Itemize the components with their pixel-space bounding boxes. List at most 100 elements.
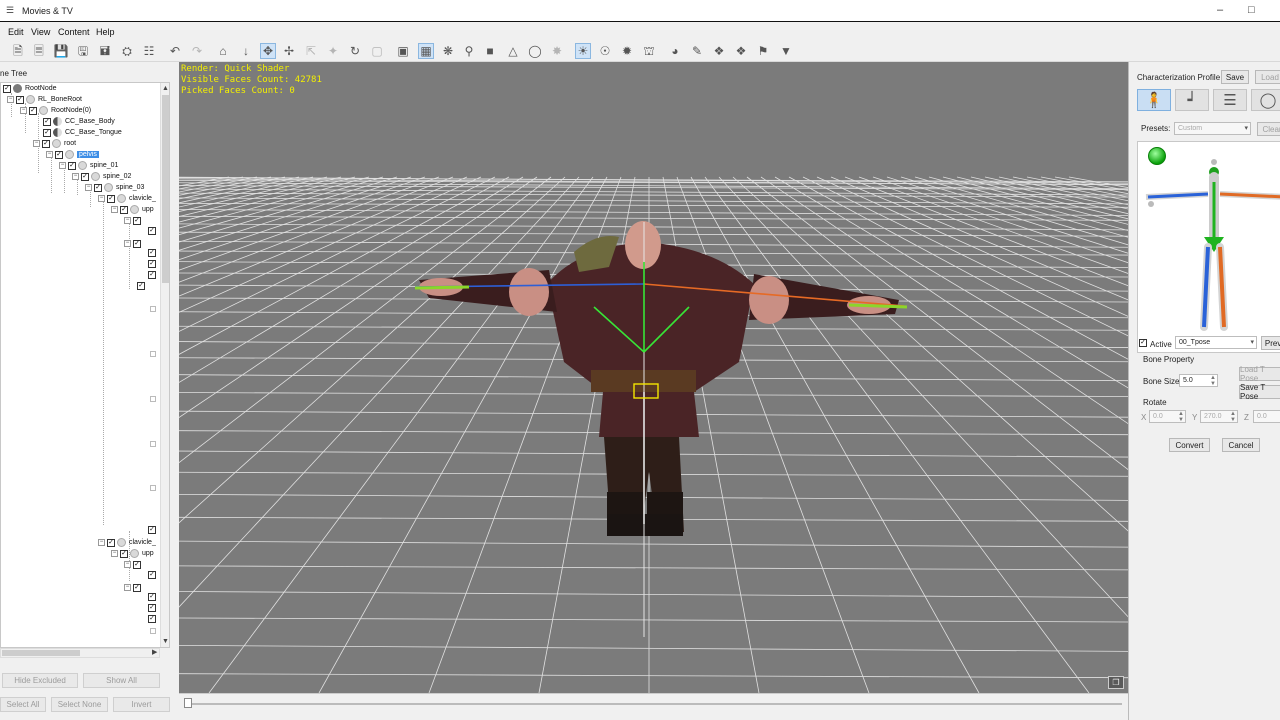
tree-node-clavicle-r[interactable]: − ✓ clavicle_ [98, 537, 156, 548]
save-tpose-button[interactable]: Save T Pose [1239, 383, 1280, 401]
collapse-toggle[interactable]: − [59, 162, 66, 169]
collapse-toggle[interactable]: − [85, 184, 92, 191]
scroll-right-icon[interactable]: ▶ [152, 648, 157, 656]
undo-icon[interactable]: ↶ [167, 43, 183, 59]
rotate-z-field[interactable]: 0.0 [1253, 410, 1280, 423]
tag-icon[interactable]: ⚑ [755, 43, 771, 59]
menu-content[interactable]: Content [58, 27, 90, 37]
tree-node-clavicle-l[interactable]: − ✓ clavicle_ [98, 193, 156, 204]
head-icon[interactable]: ◯ [1251, 89, 1280, 111]
collapse-toggle[interactable]: − [124, 240, 131, 247]
menu-help[interactable]: Help [96, 27, 115, 37]
tree-node-rootnode[interactable]: ✓ RootNode [3, 83, 57, 94]
node-checkbox[interactable]: ✓ [3, 84, 11, 93]
node-checkbox[interactable]: ✓ [148, 615, 156, 623]
collapse-toggle[interactable]: − [124, 217, 131, 224]
scroll-down-icon[interactable]: ▼ [162, 638, 169, 645]
node-checkbox[interactable]: ✓ [16, 95, 24, 104]
collapse-toggle[interactable]: − [33, 140, 40, 147]
tree-vertical-scrollbar[interactable]: ▲ ▼ [160, 83, 169, 647]
group-icon[interactable]: ❖ [733, 43, 749, 59]
node-checkbox[interactable]: ✓ [148, 526, 156, 534]
human-body-icon[interactable]: 🧍 [1137, 89, 1171, 111]
tree-horizontal-scrollbar[interactable]: ▶ [0, 648, 160, 658]
node-checkbox[interactable]: ✓ [133, 560, 141, 569]
brush-icon[interactable]: ✎ [689, 43, 705, 59]
open-icon[interactable]: 🗏 [31, 43, 47, 59]
node-checkbox[interactable]: ✓ [148, 571, 156, 579]
bone-tab-icon[interactable]: ┙ [1175, 89, 1209, 111]
node-checkbox[interactable]: ✓ [148, 249, 156, 257]
collapsed-toggle[interactable] [150, 306, 156, 312]
bone-size-stepper[interactable]: 5.0 ▲ ▼ [1179, 374, 1218, 387]
collapse-toggle[interactable]: − [7, 96, 14, 103]
sun-icon[interactable]: ☉ [597, 43, 613, 59]
node-checkbox[interactable]: ✓ [148, 260, 156, 268]
tree-node-cc-base-body[interactable]: ✓ CC_Base_Body [43, 116, 115, 127]
collapse-toggle[interactable]: − [124, 561, 131, 568]
tree-node-rootnode0[interactable]: − ✓ RootNode(0) [20, 105, 91, 116]
list-icon[interactable]: ☰ [1213, 89, 1247, 111]
tree-node-rl-boneroot[interactable]: − ✓ RL_BoneRoot [7, 94, 82, 105]
arrow-down-icon[interactable]: ↓ [238, 43, 254, 59]
tree-node-upperarm-r[interactable]: − ✓ upp [111, 548, 154, 559]
show-all-button[interactable]: Show All [83, 673, 160, 688]
node-checkbox[interactable]: ✓ [29, 106, 37, 115]
pin-icon[interactable]: ⚲ [461, 43, 477, 59]
globe-icon[interactable]: ◯ [527, 43, 543, 59]
select-icon[interactable]: ▢ [369, 43, 385, 59]
collapsed-toggle[interactable] [150, 396, 156, 402]
minimize-button[interactable]: – [1217, 4, 1223, 16]
scroll-thumb[interactable] [162, 95, 169, 283]
pose-dropdown[interactable]: 00_Tpose ▾ [1175, 336, 1257, 349]
bone-tree[interactable]: ✓ RootNode − ✓ RL_BoneRoot − ✓ RootNode(… [0, 82, 170, 648]
node-checkbox[interactable]: ✓ [43, 117, 51, 126]
light-icon[interactable]: ☀ [575, 43, 591, 59]
tree-node-child[interactable]: − ✓ [124, 582, 143, 593]
timeline-bar[interactable] [179, 693, 1128, 720]
stepper-arrows-icon[interactable]: ▲ ▼ [1178, 411, 1184, 423]
node-checkbox[interactable]: ✓ [133, 239, 141, 248]
node-checkbox[interactable]: ✓ [81, 172, 89, 181]
timeline-slider-handle[interactable] [184, 698, 192, 708]
stepper-arrows-icon[interactable]: ▲ ▼ [1210, 375, 1216, 387]
collapsed-toggle[interactable] [150, 351, 156, 357]
node-checkbox[interactable]: ✓ [137, 282, 145, 290]
merge-icon[interactable]: ☷ [141, 43, 157, 59]
reset-icon[interactable]: ↻ [347, 43, 363, 59]
save-as-icon[interactable]: 🖫 [75, 43, 91, 59]
tree-node-pelvis[interactable]: − ✓ pelvis [46, 149, 99, 160]
bone-mapping-diagram[interactable] [1137, 141, 1280, 353]
collapse-toggle[interactable]: − [111, 550, 118, 557]
maximize-button[interactable]: □ [1248, 4, 1255, 16]
point-light-icon[interactable]: ✹ [619, 43, 635, 59]
collapse-toggle[interactable]: − [72, 173, 79, 180]
tree-node-spine-03[interactable]: − ✓ spine_03 [85, 182, 144, 193]
transform-icon[interactable]: ✦ [325, 43, 341, 59]
collapsed-toggle[interactable] [150, 441, 156, 447]
floor-icon[interactable]: △ [505, 43, 521, 59]
tree-node-spine-01[interactable]: − ✓ spine_01 [59, 160, 118, 171]
tree-node-cc-base-tongue[interactable]: ✓ CC_Base_Tongue [43, 127, 122, 138]
invert-button[interactable]: Invert [113, 697, 170, 712]
collapse-toggle[interactable]: − [124, 584, 131, 591]
clear-presets-button[interactable]: Clear [1257, 122, 1280, 136]
collapse-toggle[interactable]: − [20, 107, 27, 114]
node-checkbox[interactable]: ✓ [133, 583, 141, 592]
select-none-button[interactable]: Select None [51, 697, 108, 712]
cancel-button[interactable]: Cancel [1222, 438, 1260, 452]
timeline-track[interactable] [187, 703, 1122, 705]
tree-node-upperarm-l[interactable]: − ✓ upp [111, 204, 154, 215]
node-checkbox[interactable]: ✓ [148, 227, 156, 235]
tree-node-root[interactable]: − ✓ root [33, 138, 76, 149]
node-checkbox[interactable]: ✓ [148, 604, 156, 612]
node-checkbox[interactable]: ✓ [68, 161, 76, 170]
collapse-toggle[interactable]: − [98, 539, 105, 546]
hide-excluded-button[interactable]: Hide Excluded [2, 673, 78, 688]
node-checkbox[interactable]: ✓ [120, 549, 128, 558]
scroll-up-icon[interactable]: ▲ [162, 85, 169, 92]
viewport-maximize-icon[interactable]: ❐ [1108, 676, 1124, 689]
grid-icon[interactable]: ▦ [418, 43, 434, 59]
collapse-toggle[interactable]: − [46, 151, 53, 158]
new-icon[interactable]: 🗎 [10, 43, 26, 59]
